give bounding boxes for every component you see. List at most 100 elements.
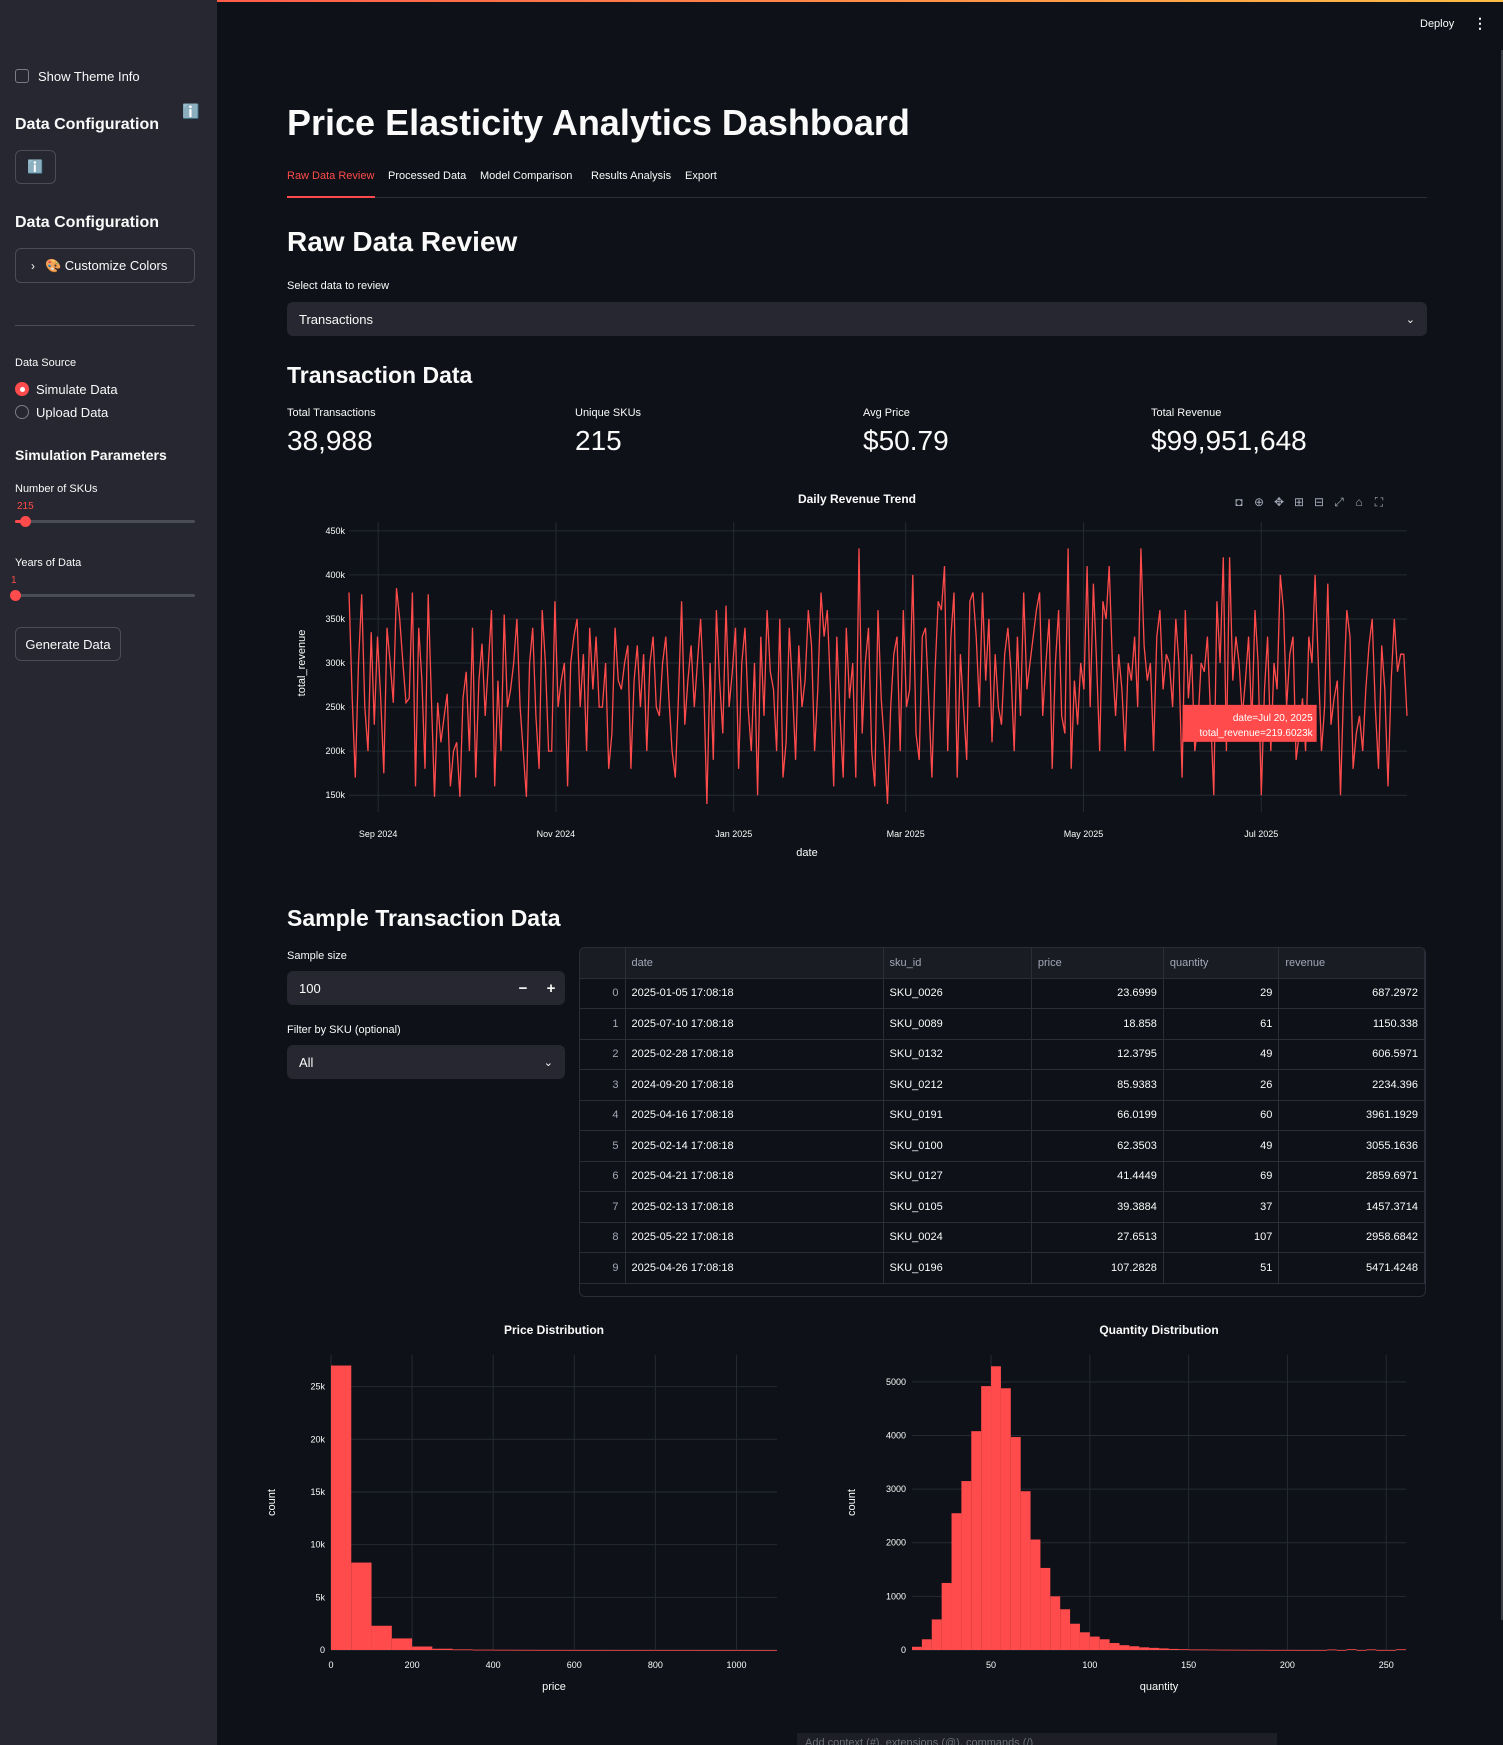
histogram-bar [756, 1649, 777, 1651]
years-slider-thumb[interactable] [10, 590, 21, 601]
histogram-bar [554, 1649, 575, 1651]
y-tick-label: 20k [310, 1434, 325, 1444]
transaction-table: date sku_id price quantity revenue 0 2025-01-… [580, 948, 1425, 1284]
table-row[interactable]: 5 2025-02-14 17:08:18 SKU_0100 62.3503 49 305… [580, 1130, 1425, 1162]
table-column-header[interactable]: quantity [1163, 948, 1280, 979]
histogram-bar [1020, 1491, 1031, 1650]
home-icon[interactable]: ⌂ [1353, 496, 1365, 508]
y-tick-label: 400k [325, 570, 345, 580]
table-row[interactable]: 2 2025-02-28 17:08:18 SKU_0132 12.3795 49 606… [580, 1039, 1425, 1070]
tooltip-line-2: total_revenue=219.6023k [1199, 728, 1313, 739]
table-row[interactable]: 8 2025-05-22 17:08:18 SKU_0024 27.6513 107 29… [580, 1222, 1425, 1253]
histogram-bar [351, 1562, 372, 1650]
histogram-bar [1208, 1649, 1219, 1651]
tab-model-comparison[interactable]: Model Comparison [480, 170, 572, 182]
table-cell: 3 [580, 1069, 626, 1101]
revenue-line [348, 548, 1408, 805]
table-row[interactable]: 1 2025-07-10 17:08:18 SKU_0089 18.858 61 1150… [580, 1008, 1425, 1040]
table-cell: 2025-07-10 17:08:18 [625, 1008, 884, 1040]
customize-colors-expander[interactable]: › 🎨 Customize Colors [15, 248, 195, 283]
more-vertical-icon[interactable]: ⋮ [1473, 15, 1487, 32]
x-tick-label: Nov 2024 [537, 829, 576, 839]
radio-simulate[interactable] [15, 382, 29, 396]
table-row[interactable]: 3 2024-09-20 17:08:18 SKU_0212 85.9383 26 223… [580, 1069, 1425, 1101]
histogram-bar [1228, 1649, 1239, 1651]
tab-export[interactable]: Export [685, 170, 717, 182]
tab-bar: Raw Data Review Processed Data Model Com… [287, 170, 1427, 198]
plus-button[interactable]: + [537, 971, 565, 1005]
table-cell: 1 [580, 1008, 626, 1040]
table-column-header[interactable]: revenue [1278, 948, 1425, 979]
data-select[interactable]: Transactions ⌄ [287, 302, 1427, 336]
histogram-bar [412, 1646, 433, 1650]
y-tick-label: 25k [310, 1382, 325, 1392]
tab-processed-data[interactable]: Processed Data [388, 170, 466, 182]
chart-title: Daily Revenue Trend [798, 492, 916, 506]
x-tick-label: 50 [986, 1660, 996, 1670]
main-content: Deploy ⋮ Price Elasticity Analytics Dash… [217, 0, 1503, 1745]
histogram-bar [912, 1646, 922, 1650]
table-row[interactable]: 6 2025-04-21 17:08:18 SKU_0127 41.4449 69 285… [580, 1161, 1425, 1192]
table-cell: 5471.4248 [1278, 1252, 1425, 1284]
table-column-header[interactable]: sku_id [883, 948, 1032, 979]
table-cell: 49 [1163, 1039, 1280, 1070]
show-theme-checkbox[interactable] [15, 69, 29, 83]
table-column-header[interactable] [580, 948, 626, 979]
num-skus-slider[interactable] [15, 520, 195, 523]
table-row[interactable]: 7 2025-02-13 17:08:18 SKU_0105 39.3884 37 145… [580, 1191, 1425, 1223]
tab-results-analysis[interactable]: Results Analysis [591, 170, 671, 182]
x-tick-label: 600 [567, 1660, 582, 1670]
active-tab-indicator [287, 196, 375, 198]
histogram-bar [1079, 1632, 1090, 1650]
num-skus-slider-thumb[interactable] [20, 516, 31, 527]
quantity-distribution-chart[interactable]: Quantity Distribution 0 1000 2000 3000 4000 50… [837, 1315, 1427, 1705]
table-cell: 3961.1929 [1278, 1100, 1425, 1131]
price-distribution-chart[interactable]: Price Distribution 0 5k 10k 15k 20k 25k 0 200 400… [257, 1315, 817, 1705]
fullscreen-icon[interactable]: ⛶ [1373, 496, 1385, 508]
table-cell: SKU_0132 [883, 1039, 1032, 1070]
table-cell: 9 [580, 1252, 626, 1284]
histogram-bar [1168, 1648, 1179, 1650]
table-cell: 2025-02-13 17:08:18 [625, 1191, 884, 1223]
sample-size-input[interactable]: 100 − + [287, 971, 565, 1005]
histogram-bar [1010, 1437, 1021, 1650]
chevron-right-icon: › [31, 258, 35, 273]
minus-button[interactable]: − [509, 971, 537, 1005]
x-tick-label: 800 [648, 1660, 663, 1670]
zoom-in-icon[interactable]: ⊞ [1293, 496, 1305, 508]
histogram-bar [695, 1649, 717, 1651]
metric-value: $50.79 [863, 425, 949, 456]
pan-icon[interactable]: ✥ [1273, 496, 1285, 508]
table-row[interactable]: 9 2025-04-26 17:08:18 SKU_0196 107.2828 51 54… [580, 1252, 1425, 1284]
zoom-out-icon[interactable]: ⊟ [1313, 496, 1325, 508]
daily-revenue-chart[interactable]: Daily Revenue Trend 150k 200k 250k 300k 350k 4… [287, 484, 1427, 874]
histogram-bar [371, 1625, 392, 1650]
deploy-button[interactable]: Deploy [1420, 18, 1454, 30]
histogram-bar [432, 1648, 453, 1650]
zoom-icon[interactable]: ⊕ [1253, 496, 1265, 508]
filter-sku-label: Filter by SKU (optional) [287, 1024, 401, 1036]
y-tick-label: 3000 [886, 1484, 906, 1494]
tab-raw-data-review[interactable]: Raw Data Review [287, 170, 374, 182]
table-column-header[interactable]: price [1031, 948, 1164, 979]
generate-data-button[interactable]: Generate Data [15, 627, 121, 661]
camera-icon[interactable]: ◘ [1233, 496, 1245, 508]
histogram-bar [1050, 1596, 1061, 1650]
filter-sku-select[interactable]: All ⌄ [287, 1045, 565, 1079]
chat-input[interactable]: Add context (#), extensions (@), command… [797, 1733, 1277, 1745]
data-table[interactable]: date sku_id price quantity revenue 0 2025-01-… [579, 947, 1426, 1297]
info-icon[interactable]: ℹ️ [182, 103, 199, 120]
years-slider[interactable] [15, 594, 195, 597]
histogram-bar [1247, 1649, 1258, 1651]
info-button[interactable]: ℹ️ [15, 150, 56, 184]
table-row[interactable]: 4 2025-04-16 17:08:18 SKU_0191 66.0199 60 396… [580, 1100, 1425, 1131]
histogram-bar [1000, 1388, 1011, 1650]
histogram-bar [331, 1365, 352, 1650]
metric-value: 215 [575, 425, 622, 456]
metric-label: Total Revenue [1151, 407, 1222, 419]
autoscale-icon[interactable]: ⤢ [1333, 496, 1345, 508]
radio-upload[interactable] [15, 405, 29, 419]
table-row[interactable]: 0 2025-01-05 17:08:18 SKU_0026 23.6999 29 687… [580, 978, 1425, 1009]
table-column-header[interactable]: date [625, 948, 884, 979]
histogram-bar [1257, 1649, 1268, 1651]
